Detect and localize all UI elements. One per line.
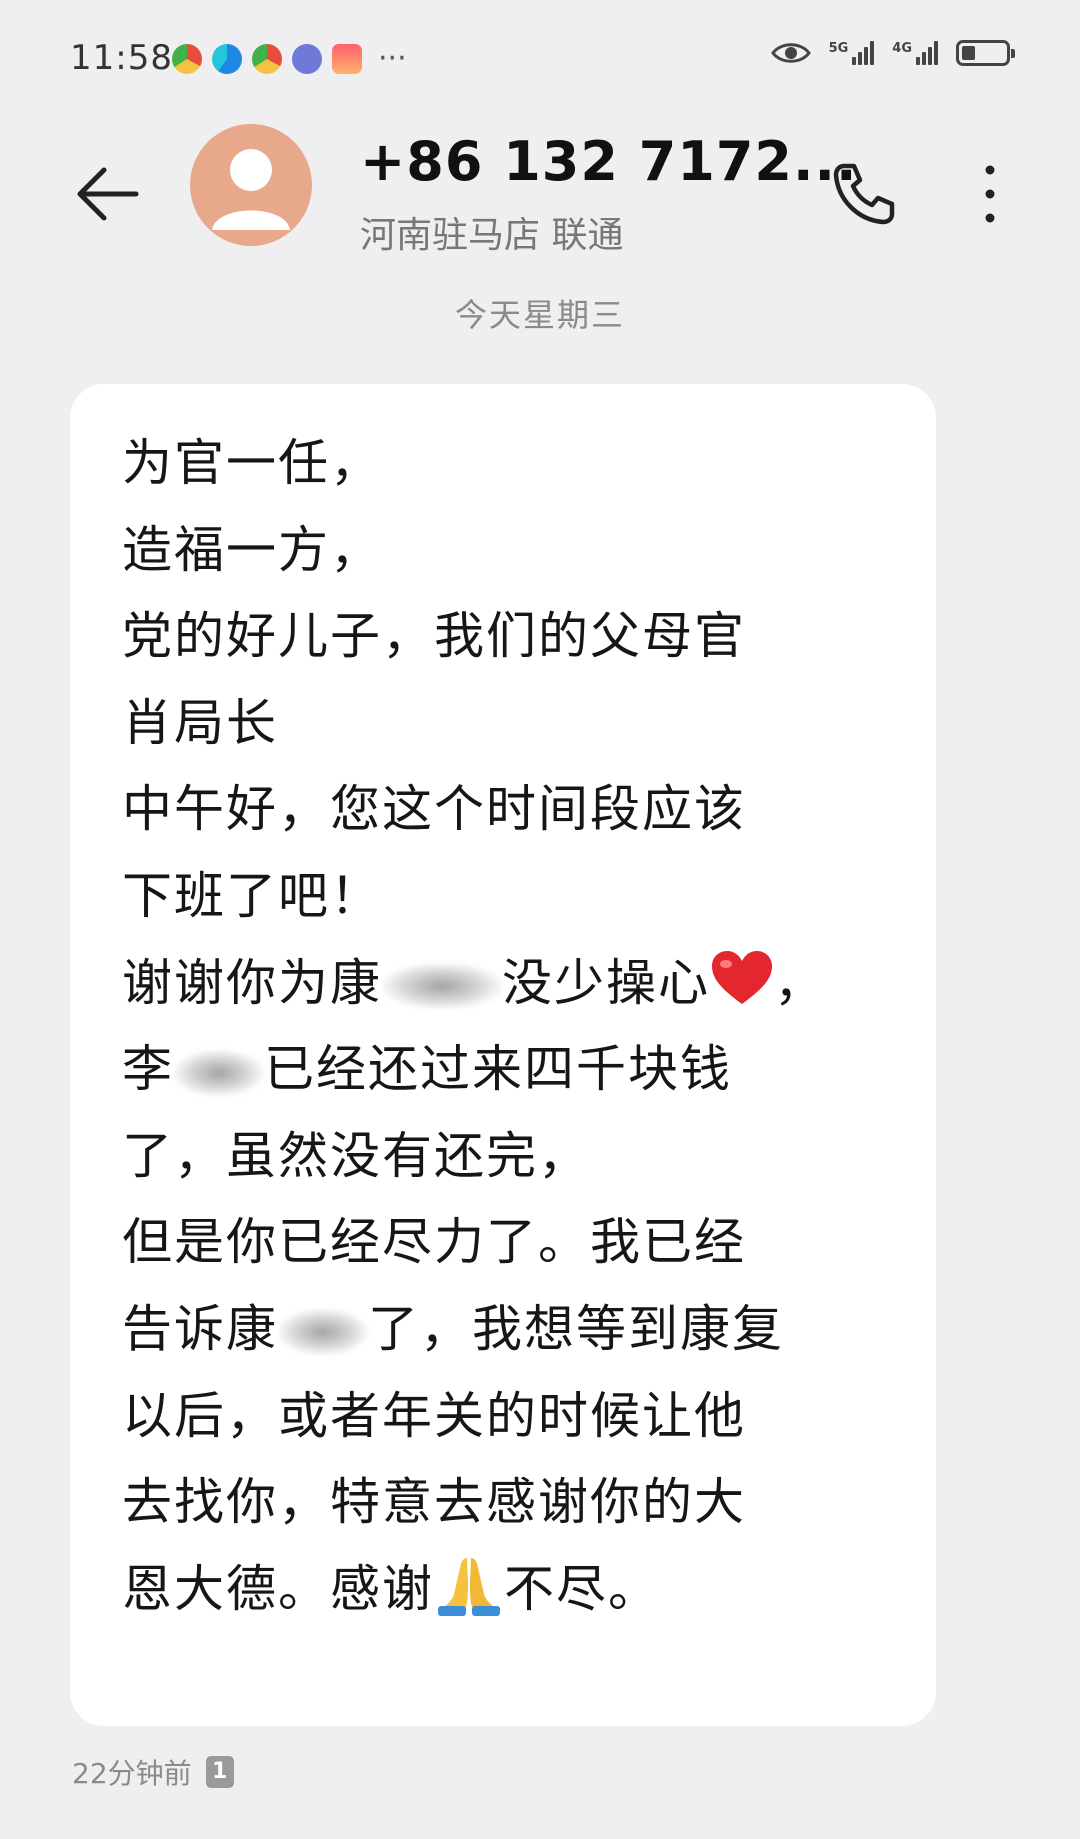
contact-location: 河南驻马店 联通 (360, 215, 624, 256)
message-line: 以后，或者年关的时候让他 (122, 1386, 746, 1445)
message-line: 党的好儿子，我们的父母官 (122, 607, 746, 666)
avatar[interactable] (190, 124, 312, 246)
redacted-text (174, 1049, 264, 1096)
browser-notification-icon (212, 44, 242, 74)
sim-slot-badge: 1 (205, 1756, 234, 1788)
more-notifications-icon: ··· (378, 41, 407, 76)
message-text: 了，我想等到康复 (368, 1299, 784, 1358)
app-notification-icon (252, 44, 282, 74)
app-notification-icon (172, 44, 202, 74)
more-options-icon[interactable] (970, 156, 1010, 232)
gift-notification-icon (332, 44, 362, 74)
message-line: 中午好，您这个时间段应该 (122, 780, 746, 839)
redacted-text (278, 1309, 368, 1356)
folded-hands-emoji-icon (438, 1557, 500, 1616)
message-line: 了，虽然没有还完， (122, 1126, 590, 1185)
notification-icons: ··· (172, 44, 407, 74)
message-line: 谢谢你为康 没少操心 ， (122, 940, 896, 1027)
message-text: 没少操心 (502, 953, 710, 1012)
message-line: 为官一任， (122, 434, 382, 492)
music-notification-icon (292, 44, 322, 74)
back-arrow-icon[interactable] (70, 156, 146, 232)
battery-level (962, 46, 975, 60)
contact-number: +86 132 7172... (360, 130, 858, 193)
message-line: 去找你，特意去感谢你的大 (122, 1473, 746, 1532)
redacted-text (382, 963, 502, 1010)
message-bubble[interactable]: 为官一任， 造福一方， 党的好儿子，我们的父母官 肖局长 中午好，您这个时间段应… (70, 384, 936, 1726)
phone-call-icon[interactable] (826, 156, 902, 232)
conversation-header: +86 132 7172... 河南驻马店 联通 (0, 110, 1080, 280)
message-text: ， (774, 953, 826, 1012)
battery-icon (956, 40, 1015, 66)
message-text: 告诉康 (122, 1299, 278, 1358)
message-line: 肖局长 (122, 693, 278, 752)
message-text: 恩大德。感谢 (122, 1559, 434, 1618)
message-line: 下班了吧！ (122, 866, 382, 925)
message-line: 但是你已经尽力了。我已经 (122, 1213, 746, 1272)
message-line: 告诉康 了，我想等到康复 (122, 1286, 896, 1373)
message-text: 李 (122, 1040, 174, 1099)
signal-5g-icon: 5G (829, 41, 875, 65)
message-line: 恩大德。感谢 不尽。 (122, 1546, 896, 1633)
message-line: 李 已经还过来四千块钱 (122, 1026, 896, 1113)
person-icon (212, 149, 290, 230)
date-separator: 今天星期三 (454, 296, 625, 334)
status-bar: 11:58 ··· 5G 4G (0, 0, 1080, 110)
signal-4g-icon: 4G (892, 41, 938, 65)
system-icons: 5G 4G (770, 40, 1015, 66)
message-timestamp: 22分钟前 (72, 1757, 192, 1790)
red-heart-emoji-icon (712, 950, 772, 1004)
message-meta: 22分钟前 1 (72, 1752, 234, 1792)
status-time: 11:58 (70, 38, 173, 78)
message-line: 造福一方， (122, 520, 382, 579)
message-text: 已经还过来四千块钱 (264, 1040, 732, 1099)
message-text: 谢谢你为康 (122, 953, 382, 1012)
message-text: 不尽。 (504, 1559, 660, 1618)
eye-comfort-icon (770, 43, 811, 63)
